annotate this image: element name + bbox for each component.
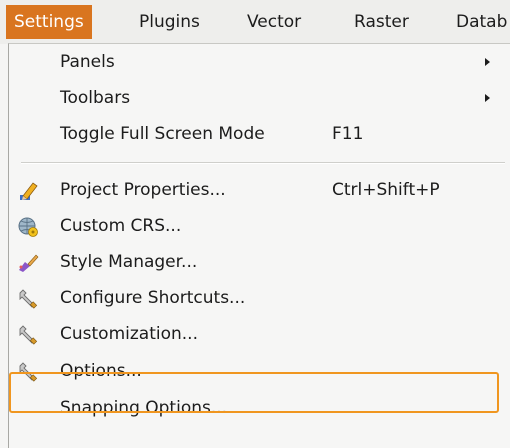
menu-item-toggle-full-screen[interactable]: Toggle Full Screen Mode F11 [9, 116, 510, 152]
menu-separator [21, 162, 505, 164]
menu-item-label: Panels [60, 52, 115, 72]
menu-vector[interactable]: Vector [239, 5, 309, 39]
pencil-icon [17, 179, 39, 201]
menu-item-label: Configure Shortcuts... [60, 288, 246, 308]
wrench-icon [17, 287, 39, 309]
menu-item-label: Custom CRS... [60, 216, 182, 236]
menu-item-toolbars[interactable]: Toolbars [9, 80, 510, 116]
menu-item-style-manager[interactable]: Style Manager... [9, 244, 510, 280]
menu-item-panels[interactable]: Panels [9, 44, 510, 80]
menu-database[interactable]: Datab [448, 5, 510, 39]
menu-item-configure-shortcuts[interactable]: Configure Shortcuts... [9, 280, 510, 316]
menu-item-project-properties[interactable]: Project Properties... Ctrl+Shift+P [9, 172, 510, 208]
menu-raster[interactable]: Raster [346, 5, 417, 39]
menu-item-label: Customization... [60, 324, 198, 344]
menu-item-customization[interactable]: Customization... [9, 316, 510, 352]
menu-item-label: Style Manager... [60, 252, 198, 272]
menu-item-label: Toolbars [60, 88, 131, 108]
submenu-arrow-icon [485, 94, 490, 102]
menu-item-custom-crs[interactable]: Custom CRS... [9, 208, 510, 244]
menubar: Settings Plugins Vector Raster Datab [0, 0, 510, 44]
submenu-arrow-icon [485, 58, 490, 66]
wrench-icon [17, 323, 39, 345]
paintbrush-icon [17, 251, 39, 273]
menu-settings[interactable]: Settings [6, 5, 92, 39]
menu-plugins[interactable]: Plugins [131, 5, 208, 39]
menu-item-shortcut: F11 [332, 124, 364, 144]
globe-icon [17, 215, 39, 237]
menu-item-shortcut: Ctrl+Shift+P [332, 180, 440, 200]
menu-item-label: Project Properties... [60, 180, 226, 200]
menu-item-label: Toggle Full Screen Mode [60, 124, 265, 144]
options-highlight-box [9, 372, 499, 413]
